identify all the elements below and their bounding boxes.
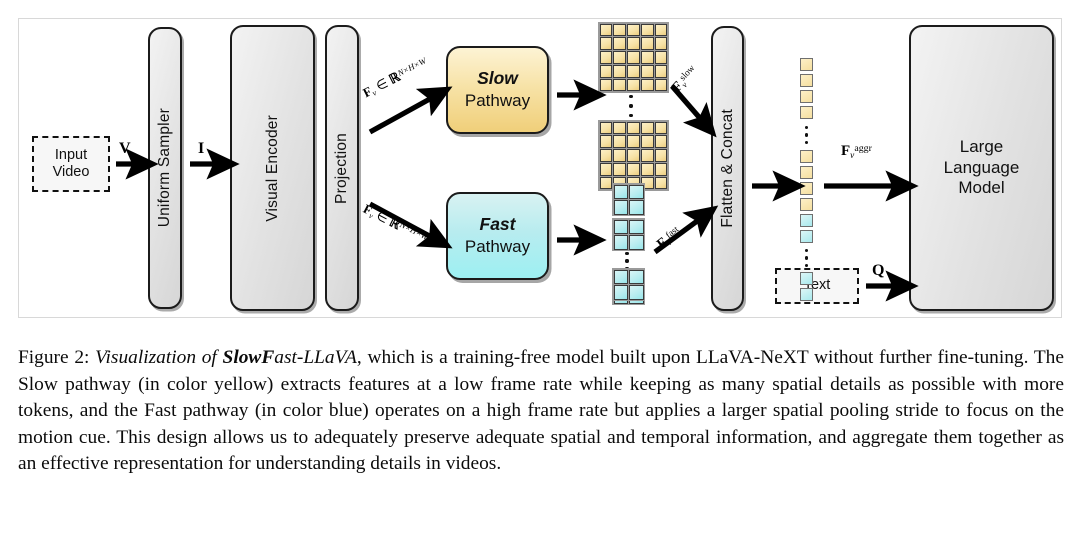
token-yellow [800,150,813,163]
caption-number: Figure 2: [18,347,90,368]
caption-title-fast: F [261,347,275,368]
module-flatten-concat-label: Flatten & Concat [718,109,736,228]
token-blue [800,288,813,301]
module-large-language-model: Large Language Model [909,25,1054,311]
label-query-arrow: Q [872,262,885,279]
token-blue [800,214,813,227]
module-visual-encoder-label: Visual Encoder [263,114,281,222]
figure-caption: Figure 2: Visualization of SlowFast-LLaV… [18,345,1064,478]
token-blue [800,272,813,285]
slow-token-grid-1 [598,22,669,93]
slow-grid-ellipsis [628,95,634,117]
slow-pathway-label: Pathway [464,91,531,111]
module-visual-encoder: Visual Encoder [230,25,315,311]
token-yellow [800,74,813,87]
token-blue [800,230,813,243]
caption-title-rest: ast-LLaVA [274,347,357,368]
llm-label: Large Language Model [944,137,1020,199]
caption-title-pre: Visualization of [95,347,223,368]
token-column-ellipsis-2 [804,249,809,267]
caption-title-slow: Slow [222,347,262,368]
llm-line3: Model [958,178,1005,198]
token-yellow [800,90,813,103]
module-projection: Projection [325,25,359,311]
module-uniform-sampler-label: Uniform Sampler [156,108,173,228]
fast-token-grid-1 [612,183,645,216]
token-yellow [800,166,813,179]
token-yellow [800,58,813,71]
input-video-box: Input Video [32,136,110,192]
token-yellow [800,106,813,119]
figure-page: Input Video Uniform Sampler Visual Encod… [0,0,1080,540]
module-uniform-sampler: Uniform Sampler [148,27,182,309]
llm-line2: Language [943,157,1020,177]
label-feat-aggregated: Fvaggr [841,143,872,161]
text-input-box: Text [775,268,859,304]
fast-token-grid-lower-1 [612,268,645,301]
token-column-ellipsis-1 [804,126,809,144]
fast-token-grid-2 [612,218,645,251]
fast-pathway-label: Pathway [464,237,531,257]
fast-pathway-box: Fast Pathway [446,192,549,280]
module-flatten-concat: Flatten & Concat [711,26,744,311]
fast-pathway-strong: Fast [479,214,516,235]
slow-token-grid-2 [598,120,669,191]
label-images-arrow: I [198,140,205,157]
token-yellow [800,182,813,195]
slow-pathway-box: Slow Pathway [446,46,549,134]
llm-line1: Large [959,136,1004,156]
slow-pathway-strong: Slow [477,68,518,89]
label-video-arrow: V [119,140,131,157]
input-video-line1: Input [54,146,88,163]
token-yellow [800,198,813,211]
input-video-line2: Video [52,164,90,180]
module-projection-label: Projection [333,132,350,204]
